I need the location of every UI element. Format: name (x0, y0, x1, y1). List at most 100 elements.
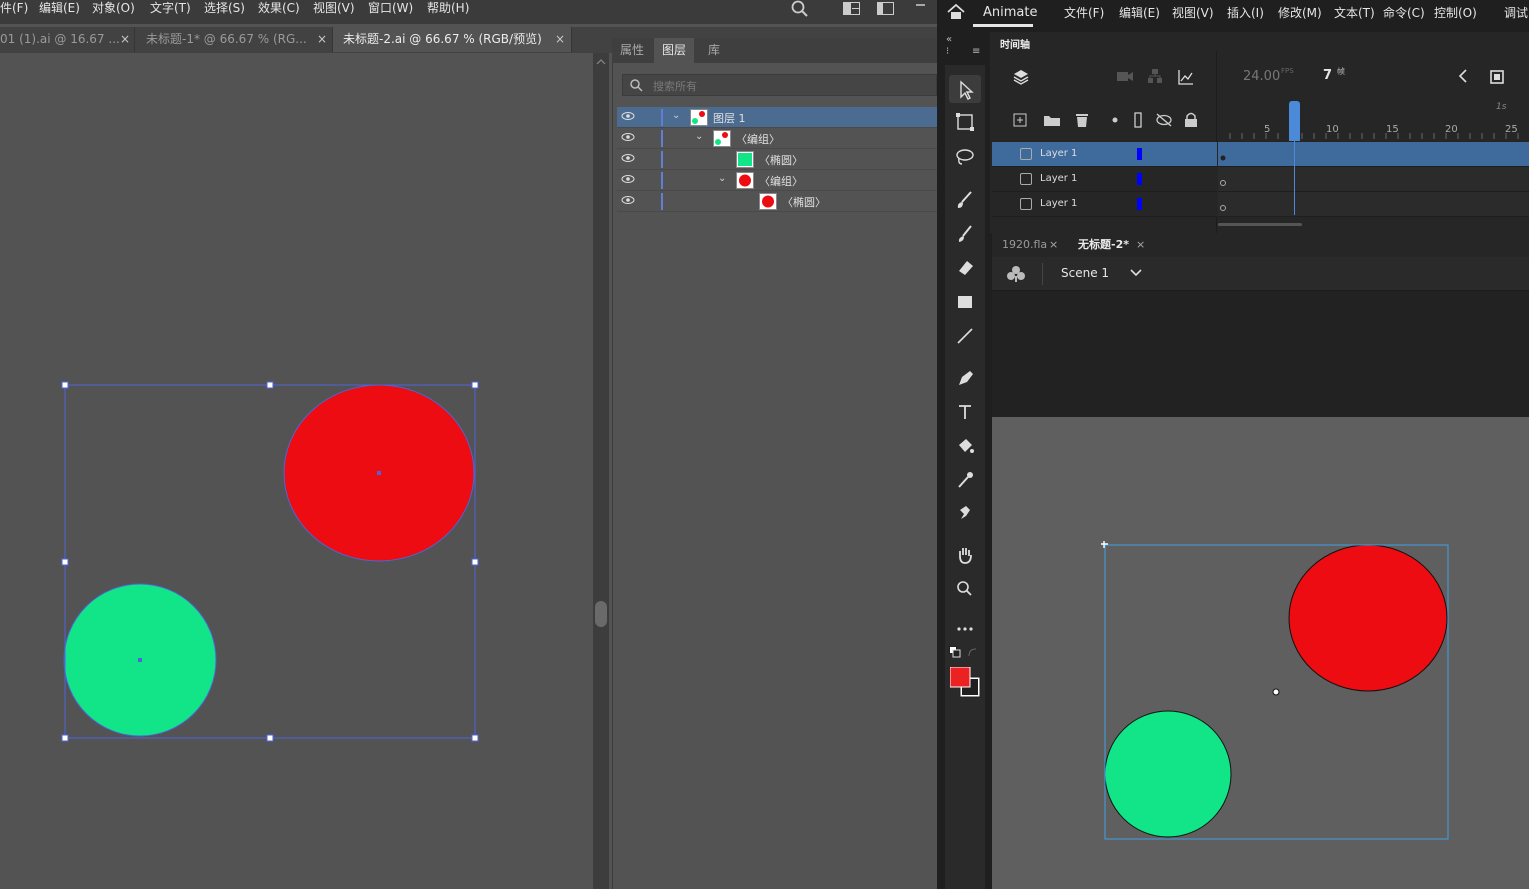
layer-row-ellipse-green[interactable]: 〈椭圆〉 (617, 149, 937, 170)
chevron-down-icon[interactable]: ⌄ (718, 173, 726, 184)
graph-icon[interactable] (1178, 69, 1194, 85)
frames-row[interactable] (1218, 167, 1529, 192)
menu-modify[interactable]: 修改(M) (1278, 4, 1322, 21)
panel-menu-icon[interactable]: ≡ (972, 46, 980, 57)
menu-window[interactable]: 窗口(W) (368, 0, 413, 18)
chevron-left-icon[interactable] (1458, 69, 1468, 83)
menu-view[interactable]: 视图(V) (1172, 4, 1214, 21)
menu-effect[interactable]: 效果(C) (258, 0, 300, 18)
eye-icon[interactable] (621, 152, 635, 164)
line-tool[interactable] (949, 322, 981, 350)
grip-icon[interactable]: ⁝ (946, 46, 949, 57)
menu-view[interactable]: 视图(V) (313, 0, 355, 18)
menu-select[interactable]: 选择(S) (204, 0, 245, 18)
selection-tool[interactable] (949, 75, 981, 103)
paint-brush-tool[interactable] (949, 220, 981, 248)
transform-point[interactable] (1272, 688, 1280, 696)
close-icon[interactable]: × (555, 27, 565, 52)
eye-slash-icon[interactable] (1155, 113, 1173, 127)
menu-edit[interactable]: 编辑(E) (39, 0, 80, 18)
timeline-title[interactable]: 时间轴 (1000, 36, 1030, 51)
frames-row[interactable] (1218, 142, 1529, 167)
chevron-down-icon[interactable]: ⌄ (695, 131, 703, 142)
collapse-icon[interactable]: « (946, 34, 952, 45)
menu-text[interactable]: 文本(T) (1334, 4, 1375, 21)
doc-tab-untitled-2[interactable]: 无标题-2* (1078, 233, 1129, 257)
brush-tool[interactable] (949, 186, 981, 214)
layer-outline-color[interactable] (1137, 198, 1142, 210)
playhead[interactable] (1289, 101, 1300, 141)
minimize-icon[interactable] (916, 0, 926, 10)
animate-stage[interactable] (992, 417, 1529, 889)
menu-debug[interactable]: 调试 (1504, 4, 1528, 21)
timeline-layer-row[interactable]: Layer 1 (992, 192, 1217, 217)
timeline-scrollbar[interactable] (1218, 223, 1302, 226)
chevron-down-icon[interactable] (1130, 268, 1142, 278)
menu-commands[interactable]: 命令(C) (1383, 4, 1425, 21)
layer-row-group[interactable]: ⌄ 〈编组〉 (617, 128, 937, 149)
eye-icon[interactable] (621, 173, 635, 185)
layers-stack-icon[interactable] (1012, 68, 1030, 86)
scene-icon[interactable] (1006, 265, 1026, 283)
rectangle-tool[interactable] (949, 288, 981, 316)
more-tools-icon[interactable] (949, 615, 981, 643)
lasso-tool[interactable] (949, 143, 981, 171)
free-transform-tool[interactable] (949, 108, 981, 136)
doc-tab-3-active[interactable]: 未标题-2.ai @ 66.67 % (RGB/预览) × (333, 27, 572, 52)
layer-row-ellipse-red[interactable]: 〈椭圆〉 (617, 191, 937, 212)
layer-row-group[interactable]: ⌄ 〈编组〉 (617, 170, 937, 191)
dot-icon[interactable] (1112, 117, 1118, 123)
doc-tab-1920[interactable]: 1920.fla (1002, 233, 1047, 257)
doc-tab-2[interactable]: 未标题-1* @ 66.67 % (RG... × (135, 27, 333, 52)
menu-file[interactable]: 文件(F) (1064, 4, 1104, 21)
frames-row[interactable] (1218, 192, 1529, 217)
camera-icon[interactable] (1116, 69, 1134, 83)
close-icon[interactable]: × (317, 27, 327, 52)
close-icon[interactable]: × (120, 27, 130, 52)
paint-bucket-tool[interactable] (949, 432, 981, 460)
workspace-icon[interactable] (877, 2, 894, 15)
hand-tool[interactable] (949, 541, 981, 569)
zoom-tool[interactable] (949, 575, 981, 603)
eraser-tool[interactable] (949, 253, 981, 281)
parenting-icon[interactable] (1147, 68, 1163, 84)
illustrator-artboard-canvas[interactable] (0, 53, 593, 889)
layer-search-input[interactable]: 搜索所有 (622, 74, 937, 96)
fps-value[interactable]: 24.00 (1243, 69, 1280, 84)
lock-icon[interactable] (1184, 112, 1198, 128)
pen-tool[interactable] (949, 364, 981, 392)
close-icon[interactable]: × (1049, 233, 1058, 257)
doc-tab-1[interactable]: 01 (1).ai @ 16.67 ... × (0, 27, 135, 52)
home-icon[interactable] (947, 4, 965, 20)
tab-layers[interactable]: 图层 (654, 38, 694, 63)
eyedropper-tool[interactable] (949, 466, 981, 494)
search-icon[interactable] (790, 0, 810, 18)
green-ellipse[interactable] (1104, 710, 1232, 838)
vertical-scrollbar[interactable] (593, 53, 609, 889)
menu-control[interactable]: 控制(O) (1434, 4, 1477, 21)
tab-libraries[interactable]: 库 (696, 38, 732, 63)
stop-icon[interactable] (1490, 70, 1504, 84)
new-folder-icon[interactable] (1043, 113, 1061, 127)
menu-object[interactable]: 对象(O) (92, 0, 135, 18)
layer-outline-color[interactable] (1137, 148, 1142, 160)
menu-type[interactable]: 文字(T) (150, 0, 191, 18)
pin-tool[interactable] (949, 499, 981, 527)
eye-icon[interactable] (621, 194, 635, 206)
current-frame[interactable]: 7 (1323, 68, 1332, 83)
red-ellipse[interactable] (1288, 544, 1448, 692)
new-layer-icon[interactable] (1013, 113, 1027, 127)
scene-name[interactable]: Scene 1 (1061, 266, 1109, 280)
swap-colors-icon[interactable] (968, 648, 978, 658)
eye-icon[interactable] (621, 131, 635, 143)
chevron-down-icon[interactable]: ⌄ (672, 110, 680, 121)
menu-edit[interactable]: 编辑(E) (1119, 4, 1160, 21)
close-icon[interactable]: × (1136, 233, 1145, 257)
layer-row-layer1[interactable]: ⌄ 图层 1 (617, 107, 937, 128)
outline-icon[interactable] (1134, 112, 1142, 128)
arrange-documents-icon[interactable] (843, 2, 860, 15)
eye-icon[interactable] (621, 110, 635, 122)
text-tool[interactable] (949, 398, 981, 426)
fill-color-swatch[interactable] (950, 667, 982, 699)
timeline-layer-row[interactable]: Layer 1 (992, 142, 1217, 167)
